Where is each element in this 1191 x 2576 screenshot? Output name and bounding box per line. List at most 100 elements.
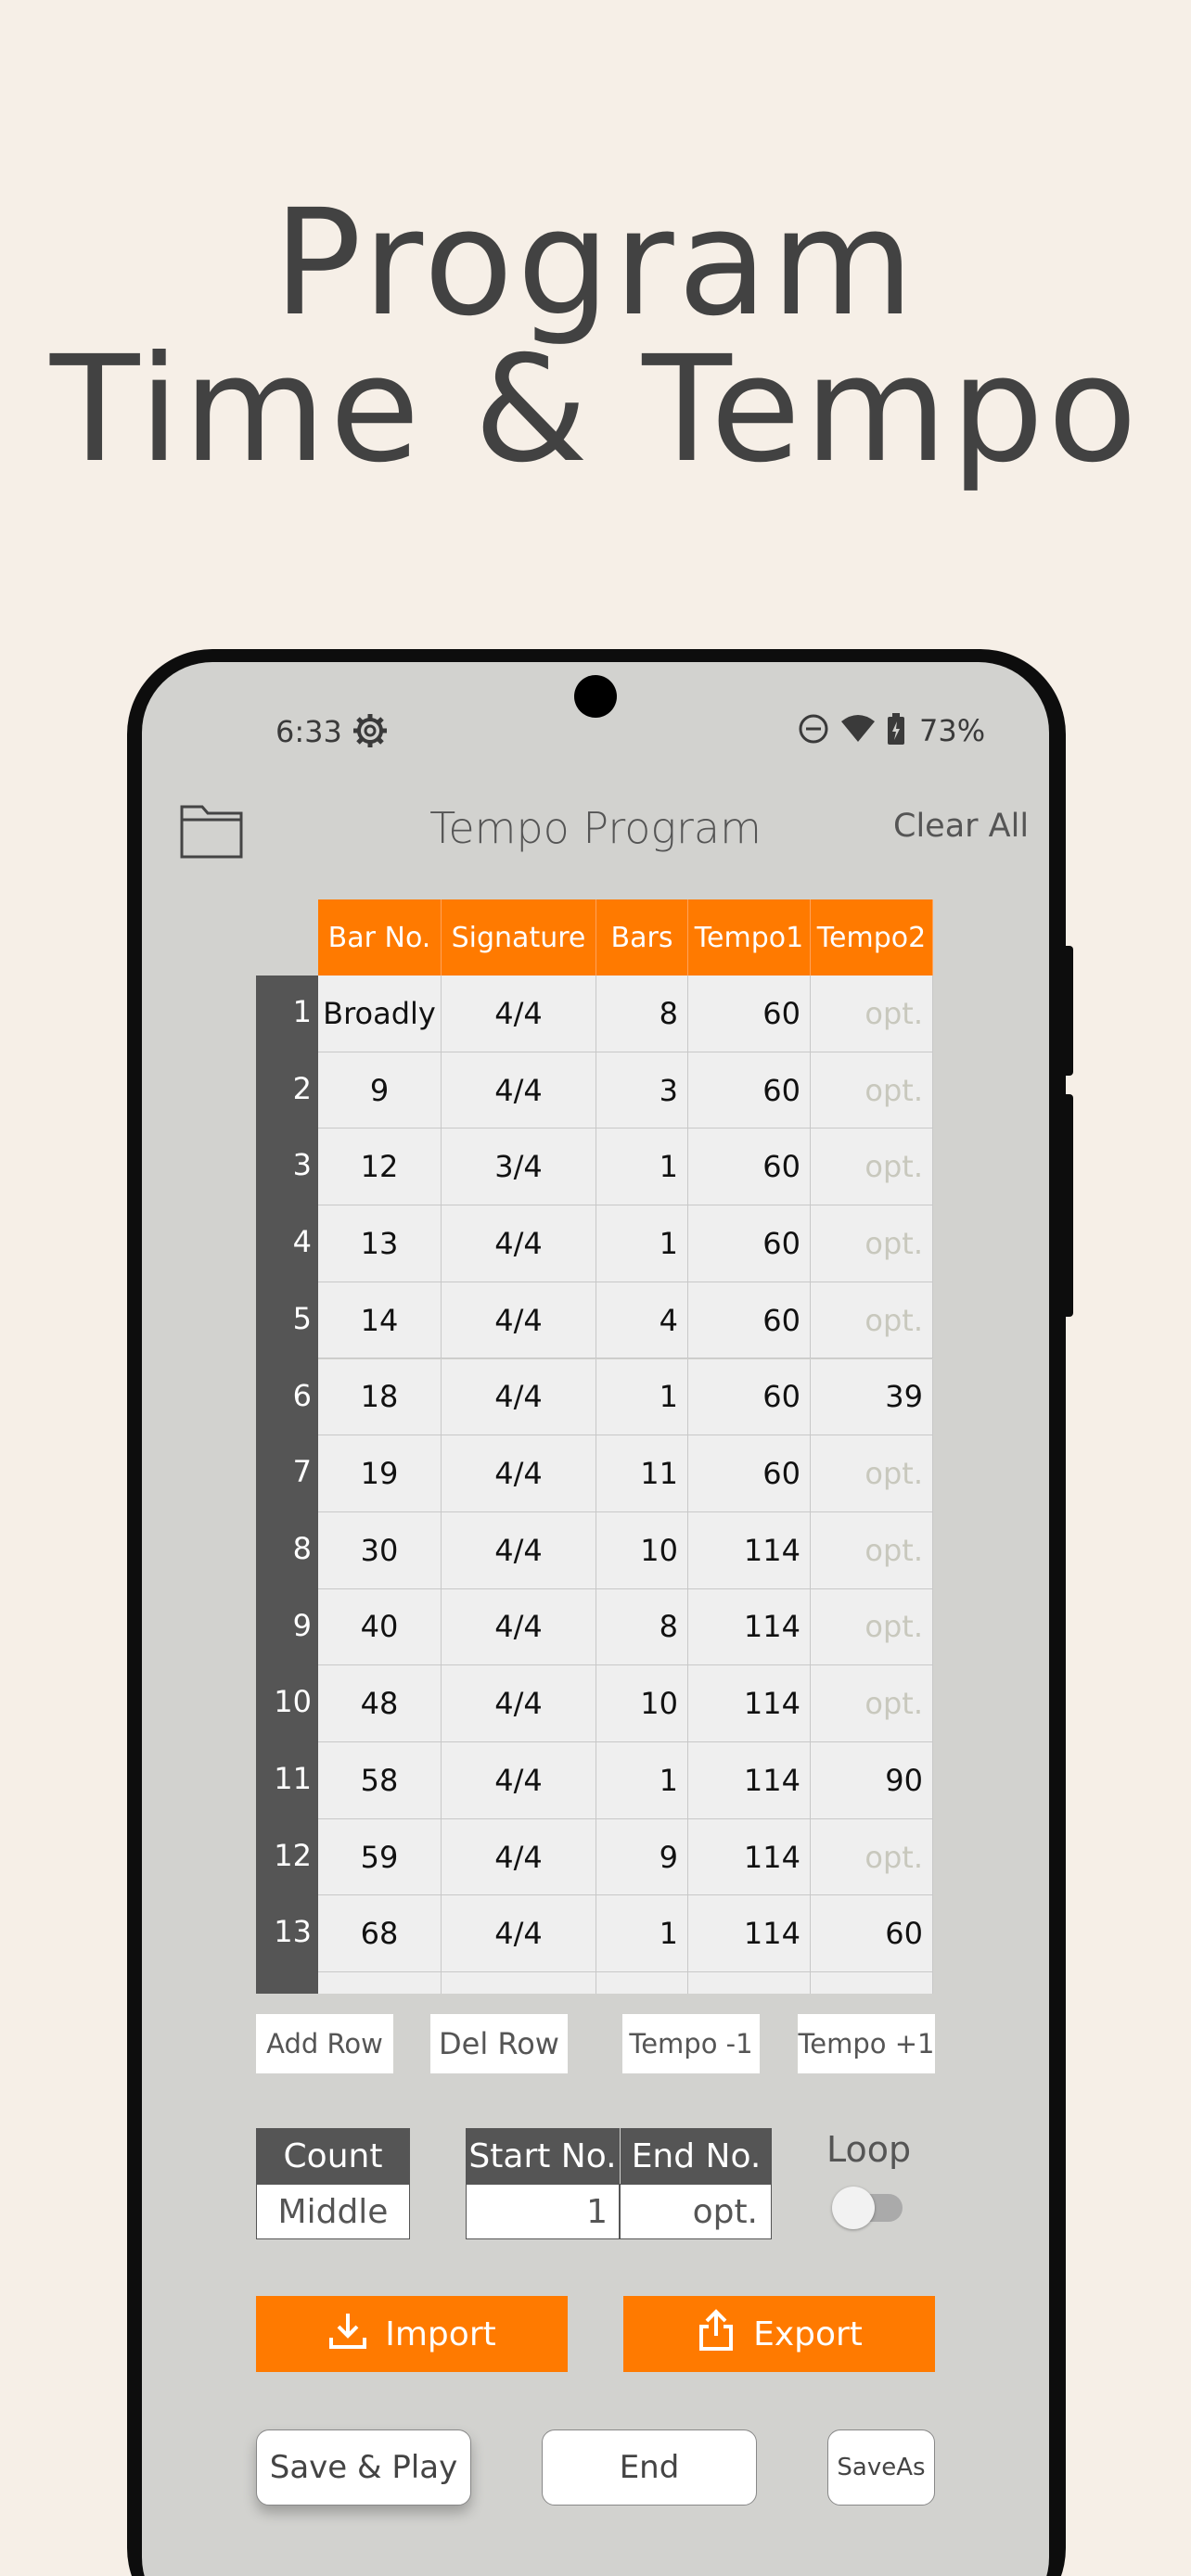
cell-bar-no[interactable]: 58 (318, 1742, 442, 1819)
row-number[interactable]: 7 (256, 1454, 312, 1489)
row-number[interactable]: 3 (256, 1147, 312, 1182)
save-play-button[interactable]: Save & Play (256, 2429, 471, 2506)
import-button[interactable]: Import (256, 2296, 568, 2372)
cell-bars[interactable]: 1 (596, 1205, 688, 1282)
cell-signature[interactable]: 4/4 (442, 1205, 596, 1282)
end-no-input[interactable]: opt. (620, 2184, 772, 2239)
cell-tempo1[interactable]: 60 (688, 976, 811, 1052)
cell-bar-no[interactable]: 48 (318, 1665, 442, 1742)
cell-tempo2[interactable]: opt. (811, 1818, 933, 1896)
cell-bar-no[interactable]: 40 (318, 1588, 442, 1666)
save-as-button[interactable]: SaveAs (827, 2429, 935, 2506)
cell-bar-no[interactable]: Broadly (318, 976, 442, 1052)
cell-tempo2[interactable]: opt. (811, 1511, 933, 1589)
cell-tempo1[interactable]: 60 (688, 1282, 811, 1359)
cell-tempo2[interactable]: opt. (811, 1665, 933, 1742)
cell-bars[interactable]: 1 (596, 1895, 688, 1973)
cell-bars[interactable]: 8 (596, 976, 688, 1052)
cell-signature[interactable]: 4/4 (442, 1742, 596, 1819)
cell-partial (811, 1972, 933, 1994)
start-no-input[interactable]: 1 (466, 2184, 620, 2239)
tempo-minus-button[interactable]: Tempo -1 (622, 2014, 760, 2073)
row-number[interactable]: 4 (256, 1224, 312, 1259)
cell-tempo2[interactable]: opt. (811, 1205, 933, 1282)
row-number[interactable]: 10 (256, 1684, 312, 1719)
cell-bar-no[interactable]: 18 (318, 1358, 442, 1436)
row-number[interactable]: 9 (256, 1608, 312, 1643)
start-no-header: Start No. (466, 2128, 620, 2184)
cell-bars[interactable]: 10 (596, 1511, 688, 1589)
cell-signature[interactable]: 4/4 (442, 1435, 596, 1512)
cell-tempo1[interactable]: 114 (688, 1511, 811, 1589)
header-bar-no: Bar No. (318, 899, 442, 976)
cell-tempo1[interactable]: 114 (688, 1665, 811, 1742)
row-number[interactable]: 6 (256, 1378, 312, 1413)
gear-icon (352, 712, 389, 753)
cell-bars[interactable]: 10 (596, 1665, 688, 1742)
cell-tempo2[interactable]: opt. (811, 1435, 933, 1512)
cell-bars[interactable]: 9 (596, 1818, 688, 1896)
cell-bars[interactable]: 1 (596, 1742, 688, 1819)
export-button[interactable]: Export (623, 2296, 935, 2372)
add-row-button[interactable]: Add Row (256, 2014, 393, 2073)
cell-signature[interactable]: 3/4 (442, 1129, 596, 1206)
cell-bar-no[interactable]: 68 (318, 1895, 442, 1973)
cell-bars[interactable]: 11 (596, 1435, 688, 1512)
loop-toggle-knob[interactable] (832, 2187, 875, 2229)
cell-bar-no[interactable]: 59 (318, 1818, 442, 1896)
cell-bars[interactable]: 1 (596, 1129, 688, 1206)
row-number[interactable]: 12 (256, 1838, 312, 1873)
cell-bar-no[interactable]: 19 (318, 1435, 442, 1512)
cell-signature[interactable]: 4/4 (442, 1511, 596, 1589)
cell-bars[interactable]: 3 (596, 1052, 688, 1129)
clear-all-button[interactable]: Clear All (893, 808, 1029, 845)
cell-tempo1[interactable]: 114 (688, 1588, 811, 1666)
tempo-plus-button[interactable]: Tempo +1 (798, 2014, 935, 2073)
cell-bar-no[interactable]: 14 (318, 1282, 442, 1359)
cell-tempo1[interactable]: 60 (688, 1435, 811, 1512)
cell-tempo2[interactable]: 60 (811, 1895, 933, 1973)
cell-tempo2[interactable]: opt. (811, 1052, 933, 1129)
cell-tempo2[interactable]: 39 (811, 1358, 933, 1436)
cell-bars[interactable]: 8 (596, 1588, 688, 1666)
cell-tempo2[interactable]: opt. (811, 1588, 933, 1666)
cell-signature[interactable]: 4/4 (442, 1052, 596, 1129)
cell-bars[interactable]: 4 (596, 1282, 688, 1359)
row-number[interactable]: 5 (256, 1301, 312, 1336)
cell-signature[interactable]: 4/4 (442, 1588, 596, 1666)
count-value[interactable]: Middle (256, 2184, 410, 2239)
cell-tempo2[interactable]: opt. (811, 1282, 933, 1359)
cell-tempo2[interactable]: opt. (811, 976, 933, 1052)
download-icon (327, 2310, 368, 2359)
del-row-button[interactable]: Del Row (430, 2014, 568, 2073)
row-number[interactable]: 2 (256, 1071, 312, 1106)
cell-tempo1[interactable]: 60 (688, 1052, 811, 1129)
cell-tempo1[interactable]: 60 (688, 1129, 811, 1206)
header-bars: Bars (596, 899, 688, 976)
row-number[interactable]: 11 (256, 1761, 312, 1796)
row-number[interactable]: 13 (256, 1914, 312, 1949)
cell-signature[interactable]: 4/4 (442, 976, 596, 1052)
cell-tempo1[interactable]: 60 (688, 1358, 811, 1436)
cell-signature[interactable]: 4/4 (442, 1895, 596, 1973)
row-number[interactable]: 1 (256, 994, 312, 1029)
cell-tempo1[interactable]: 114 (688, 1895, 811, 1973)
cell-partial (688, 1972, 811, 1994)
cell-tempo1[interactable]: 114 (688, 1818, 811, 1896)
row-number[interactable]: 8 (256, 1531, 312, 1566)
cell-bar-no[interactable]: 9 (318, 1052, 442, 1129)
cell-tempo2[interactable]: 90 (811, 1742, 933, 1819)
cell-tempo1[interactable]: 114 (688, 1742, 811, 1819)
hero-title-line2: Time & Tempo (49, 325, 1142, 495)
cell-tempo2[interactable]: opt. (811, 1129, 933, 1206)
cell-bar-no[interactable]: 13 (318, 1205, 442, 1282)
cell-signature[interactable]: 4/4 (442, 1818, 596, 1896)
cell-bar-no[interactable]: 12 (318, 1129, 442, 1206)
cell-tempo1[interactable]: 60 (688, 1205, 811, 1282)
cell-signature[interactable]: 4/4 (442, 1665, 596, 1742)
cell-bar-no[interactable]: 30 (318, 1511, 442, 1589)
cell-signature[interactable]: 4/4 (442, 1358, 596, 1436)
cell-signature[interactable]: 4/4 (442, 1282, 596, 1359)
end-button[interactable]: End (542, 2429, 757, 2506)
cell-bars[interactable]: 1 (596, 1358, 688, 1436)
